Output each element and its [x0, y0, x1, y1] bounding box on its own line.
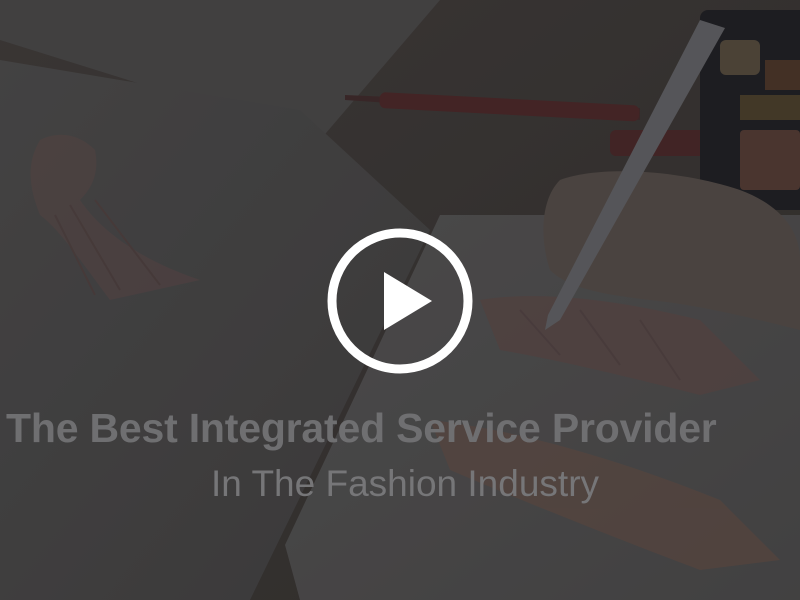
play-icon [327, 228, 473, 374]
video-player[interactable]: The Best Integrated Service Provider In … [0, 0, 800, 600]
video-subheadline: In The Fashion Industry [210, 463, 600, 504]
video-headline: The Best Integrated Service Provider [6, 405, 717, 451]
play-button[interactable] [326, 227, 474, 375]
